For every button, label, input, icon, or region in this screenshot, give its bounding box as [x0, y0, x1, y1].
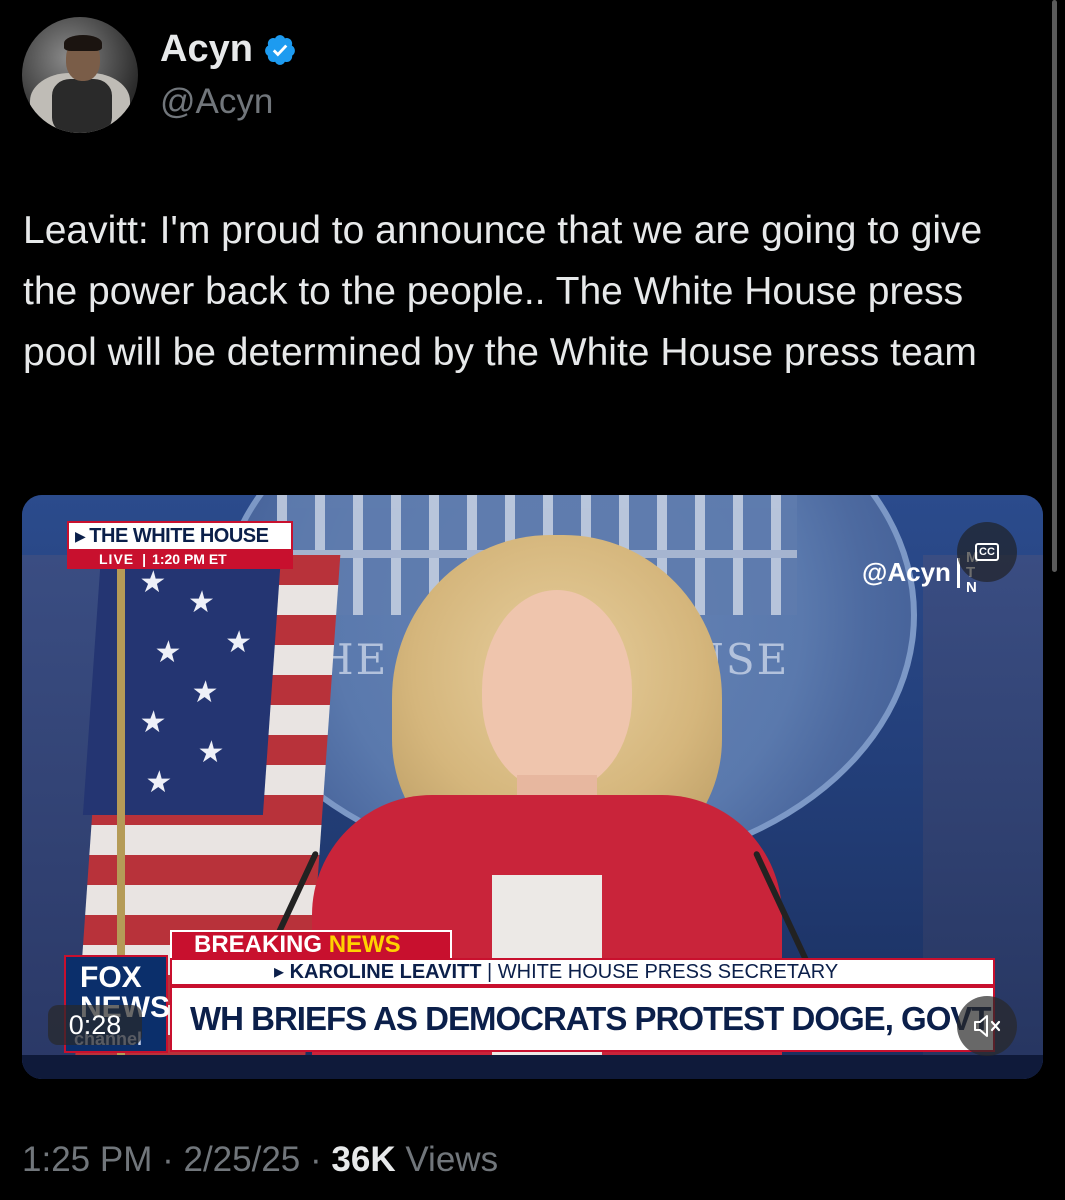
captions-button[interactable]: CC — [957, 522, 1017, 582]
author-name-row[interactable]: Acyn — [160, 28, 297, 71]
views-label: Views — [405, 1140, 499, 1179]
video-player[interactable]: THE W OUSE ★ ★ ★ ★ ★ ★ ★ ★ ▶ THE WHITE HOUSE … — [22, 495, 1043, 1079]
badge-time: 1:20 PM ET — [152, 551, 227, 567]
speaker-muted-icon — [974, 1015, 1001, 1037]
closed-captions-icon: CC — [975, 543, 999, 561]
author-handle[interactable]: @Acyn — [160, 82, 273, 122]
video-elapsed-time: 0:28 — [48, 1005, 142, 1045]
white-house-live-badge: ▶ THE WHITE HOUSE LIVE | 1:20 PM ET — [67, 521, 293, 569]
tweet-text: Leavitt: I'm proud to announce that we a… — [23, 209, 983, 374]
breaking-news-label: BREAKING NEWS — [170, 930, 452, 960]
author-name[interactable]: Acyn — [160, 28, 253, 71]
watermark-handle: @Acyn — [862, 557, 951, 587]
avatar[interactable] — [22, 17, 138, 133]
tweet-time[interactable]: 1:25 PM — [22, 1140, 152, 1179]
lower-third-name: ▸ KAROLINE LEAVITT | WHITE HOUSE PRESS S… — [170, 958, 995, 986]
flag-canton: ★ ★ ★ ★ ★ ★ ★ ★ — [82, 555, 282, 815]
badge-title: THE WHITE HOUSE — [89, 524, 269, 547]
tweet-meta: 1:25 PM · 2/25/25 · 36K Views — [22, 1140, 499, 1179]
play-triangle-icon: ▶ — [75, 527, 86, 544]
badge-live: LIVE — [99, 551, 135, 567]
lower-third-headline: WH BRIEFS AS DEMOCRATS PROTEST DOGE, GOV… — [170, 986, 995, 1052]
verified-badge-icon — [265, 34, 295, 65]
mute-button[interactable] — [957, 996, 1017, 1056]
views-count: 36K — [331, 1140, 396, 1179]
tweet-date[interactable]: 2/25/25 — [183, 1140, 300, 1179]
scrollbar[interactable] — [1052, 0, 1057, 572]
tweet-page: Acyn @Acyn Leavitt: I'm proud to announc… — [0, 0, 1065, 1200]
